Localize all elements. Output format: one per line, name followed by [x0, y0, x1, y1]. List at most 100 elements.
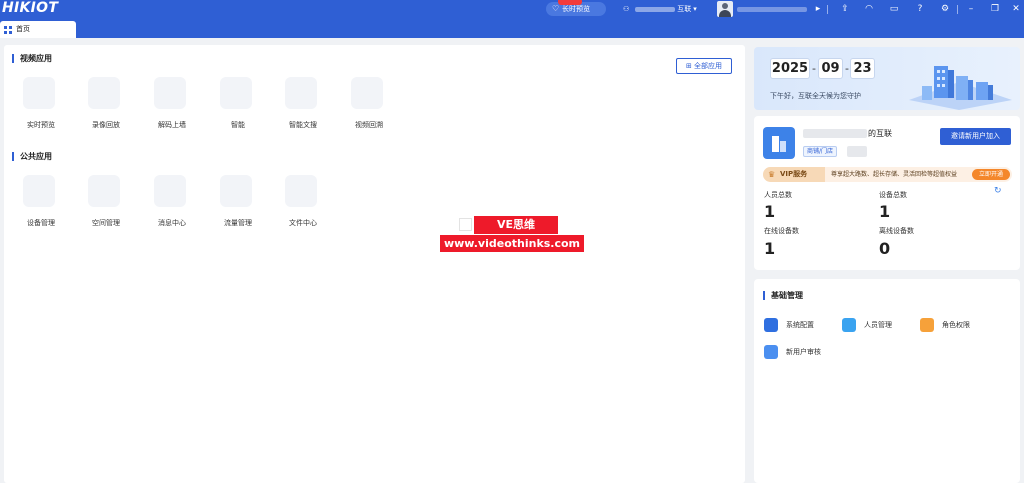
vip-crown-icon: ♛: [768, 170, 776, 179]
app-label: 流量管理: [224, 219, 252, 227]
vip-label: VIP服务: [780, 170, 808, 178]
city-illustration: [909, 66, 1012, 110]
organization-tag-redacted: [847, 146, 867, 157]
organization-type-tag: 商铺/门店: [803, 146, 838, 157]
role-permission-icon: [920, 318, 934, 332]
app-tile: [88, 77, 120, 109]
stat-offline-label: 离线设备数: [879, 227, 914, 235]
app-label: 文件中心: [289, 219, 317, 227]
all-apps-button[interactable]: ⊞ 全部应用: [676, 58, 732, 74]
app-tile: [154, 175, 186, 207]
stat-online-value: 1: [764, 239, 776, 258]
app-label: 智能文搜: [289, 121, 317, 129]
app-tile: [154, 77, 186, 109]
grid-icon: [4, 26, 12, 34]
app-logo: HIKIOT: [2, 0, 59, 16]
restore-icon[interactable]: ❐: [988, 2, 1002, 16]
main-panel: 视频应用 ⊞ 全部应用 实时预览 录像回放 解码上墙 智能 智能文搜 视频回溯 …: [4, 45, 745, 483]
stat-people-value: 1: [764, 202, 776, 221]
minimize-icon[interactable]: –: [964, 2, 978, 16]
organization-name-redacted: [803, 129, 867, 138]
app-label: 实时预览: [27, 121, 55, 129]
avatar[interactable]: [717, 1, 733, 17]
people-management-label: 人员管理: [864, 321, 892, 329]
tab-bar: [0, 19, 1024, 38]
basic-management-card: 基础管理 系统配置 人员管理 角色权限 新用户审核: [754, 279, 1020, 483]
app-label: 录像回放: [92, 121, 120, 129]
live-preview-label: 长时预览: [562, 5, 590, 13]
app-label: 设备管理: [27, 219, 55, 227]
app-tile: [23, 77, 55, 109]
vip-label-box: ♛ VIP服务: [763, 167, 825, 182]
title-bar: HIKIOT ♡ 长时预览 ⚇ 互联 ▾ ▸ ⇪ ◠ ▭ ? ⚙ – ❐ ✕: [0, 0, 1024, 19]
system-config-item[interactable]: 系统配置: [764, 318, 814, 332]
app-tile: [220, 175, 252, 207]
role-permission-label: 角色权限: [942, 321, 970, 329]
app-tile: [220, 77, 252, 109]
invite-user-button[interactable]: 邀请新用户加入: [940, 128, 1011, 145]
stat-devices-label: 设备总数: [879, 191, 907, 199]
date-card: 2025 - 09 - 23 下午好，互联全天候为您守护: [754, 47, 1020, 110]
app-tile: [285, 77, 317, 109]
user-id-redacted: [635, 7, 676, 12]
settings-icon[interactable]: ⚙: [938, 2, 952, 16]
new-user-review-icon: [764, 345, 778, 359]
caret-icon[interactable]: ▸: [811, 2, 825, 16]
new-user-review-label: 新用户审核: [786, 348, 821, 356]
promo-badge: [558, 0, 582, 5]
organization-card: 的互联 商铺/门店 邀请新用户加入 ♛ VIP服务 尊享超大路数、超长存储、灵活…: [754, 116, 1020, 270]
building-icon: [763, 127, 795, 159]
user-icon: ⚇: [623, 5, 630, 13]
system-config-icon: [764, 318, 778, 332]
date-day: 23: [850, 58, 875, 79]
vip-banner: ♛ VIP服务 尊享超大路数、超长存储、灵活回检等超值权益 立即开通: [763, 167, 1012, 182]
public-apps-title: 公共应用: [12, 152, 52, 161]
refresh-icon[interactable]: ↻: [994, 186, 1002, 196]
date-month: 09: [818, 58, 843, 79]
divider: [827, 5, 828, 14]
upload-icon[interactable]: ⇪: [838, 2, 852, 16]
greeting-text: 下午好，互联全天候为您守护: [770, 92, 861, 100]
people-management-item[interactable]: 人员管理: [842, 318, 892, 332]
app-label: 消息中心: [158, 219, 186, 227]
stat-devices-value: 1: [879, 202, 891, 221]
date-separator: -: [845, 62, 849, 75]
basic-management-title: 基础管理: [763, 291, 803, 300]
all-apps-label: 全部应用: [694, 62, 723, 70]
headset-icon[interactable]: ◠: [862, 2, 876, 16]
app-tile: [351, 77, 383, 109]
app-label: 智能: [231, 121, 245, 129]
divider: [957, 5, 958, 14]
user-switcher[interactable]: ⚇ 互联 ▾: [623, 0, 697, 19]
watermark-url: www.videothinks.com: [440, 235, 584, 252]
app-label: 视频回溯: [355, 121, 383, 129]
chevron-down-icon: ▾: [693, 5, 697, 13]
vip-description: 尊享超大路数、超长存储、灵活回检等超值权益: [831, 171, 958, 178]
message-icon[interactable]: ▭: [887, 2, 901, 16]
video-apps-title: 视频应用: [12, 54, 52, 63]
app-label: 解码上墙: [158, 121, 186, 129]
stat-online-label: 在线设备数: [764, 227, 799, 235]
stat-people-label: 人员总数: [764, 191, 792, 199]
user-suffix: 互联: [677, 5, 692, 13]
help-icon[interactable]: ?: [913, 2, 927, 16]
app-tile: [23, 175, 55, 207]
close-icon[interactable]: ✕: [1009, 2, 1023, 16]
tab-home-label: 首页: [16, 25, 30, 33]
people-management-icon: [842, 318, 856, 332]
date-year: 2025: [770, 58, 810, 79]
account-name-redacted: [737, 7, 807, 12]
organization-name-suffix: 的互联: [868, 129, 892, 138]
date-separator: -: [812, 62, 816, 75]
role-permission-item[interactable]: 角色权限: [920, 318, 970, 332]
watermark-brand: VE思维: [474, 216, 558, 234]
new-user-review-item[interactable]: 新用户审核: [764, 345, 821, 359]
watermark-logo: [459, 218, 472, 231]
app-tile: [88, 175, 120, 207]
app-label: 空间管理: [92, 219, 120, 227]
vip-activate-button[interactable]: 立即开通: [972, 169, 1010, 180]
system-config-label: 系统配置: [786, 321, 814, 329]
plus-square-icon: ⊞: [685, 62, 692, 70]
app-tile: [285, 175, 317, 207]
tab-home[interactable]: 首页: [0, 21, 76, 38]
